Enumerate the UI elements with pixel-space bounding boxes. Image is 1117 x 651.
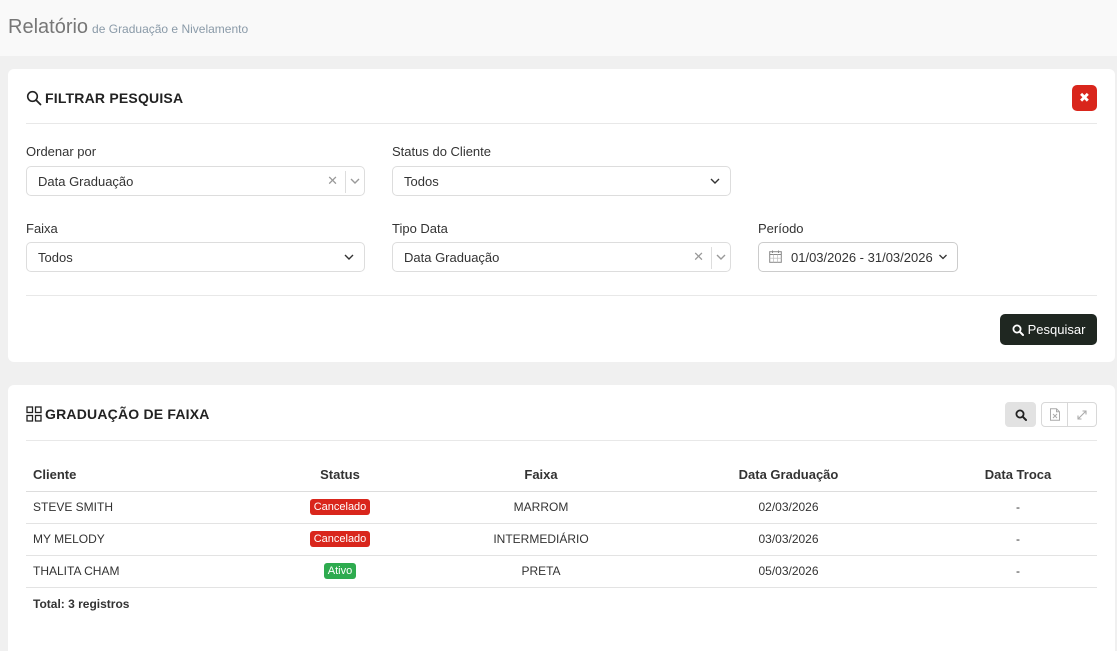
cell-status: Cancelado [236,523,444,556]
cell-graduation-date: 03/03/2026 [638,523,939,556]
page-subtitle: de Graduação e Nivelamento [92,22,249,36]
results-panel: GRADUAÇÃO DE FAIXA Cliente Status Faixa … [8,385,1115,651]
cell-belt: INTERMEDIÁRIO [444,523,638,556]
column-header[interactable]: Data Troca [939,458,1097,492]
results-panel-title: GRADUAÇÃO DE FAIXA [26,406,210,422]
belt-select[interactable]: Todos [26,242,365,272]
cell-status: Ativo [236,555,444,588]
chevron-down-icon [350,178,360,184]
order-by-label: Ordenar por [26,144,97,159]
client-status-value: Todos [404,174,439,189]
period-label: Período [758,221,804,236]
grid-icon [26,406,42,422]
column-header[interactable]: Cliente [26,458,236,492]
search-button-label: Pesquisar [1027,322,1086,337]
filter-panel-header: FILTRAR PESQUISA ✖ [26,69,1097,124]
date-type-value: Data Graduação [404,250,500,265]
period-date-range[interactable]: 01/03/2026 - 31/03/2026 [758,242,958,272]
filter-panel-title: FILTRAR PESQUISA [26,90,183,106]
fullscreen-button[interactable] [1068,402,1097,427]
close-filter-button[interactable]: ✖ [1072,85,1097,111]
cell-status: Cancelado [236,491,444,524]
client-status-select[interactable]: Todos [392,166,731,196]
belt-value: Todos [38,250,73,265]
close-icon: ✖ [1079,90,1090,105]
search-icon [26,90,42,106]
search-button[interactable]: Pesquisar [1000,314,1097,345]
status-badge: Ativo [323,563,357,579]
table-header-row: Cliente Status Faixa Data Graduação Data… [26,458,1097,492]
results-toolbar [1005,402,1097,427]
cell-change-date: - [939,555,1097,588]
cell-client: THALITA CHAM [26,555,236,588]
cell-belt: MARROM [444,491,638,524]
column-header[interactable]: Data Graduação [638,458,939,492]
client-status-label: Status do Cliente [392,144,492,159]
chevron-down-icon [710,178,720,184]
table-row[interactable]: THALITA CHAM Ativo PRETA 05/03/2026 - [26,555,1097,588]
cell-client: MY MELODY [26,523,236,556]
column-header[interactable]: Faixa [444,458,638,492]
table-row[interactable]: STEVE SMITH Cancelado MARROM 02/03/2026 … [26,491,1097,524]
filter-panel: FILTRAR PESQUISA ✖ Ordenar por Data Grad… [8,69,1115,362]
status-badge: Cancelado [309,531,371,547]
order-by-select[interactable]: Data Graduação ✕ [26,166,365,196]
belt-label: Faixa [26,221,58,236]
export-excel-button[interactable] [1041,402,1068,427]
filter-panel-title-text: FILTRAR PESQUISA [45,90,184,106]
expand-icon [1077,409,1087,420]
order-by-value: Data Graduação [38,174,134,189]
status-badge: Cancelado [309,499,371,515]
date-type-label: Tipo Data [392,221,448,236]
select-separator [711,247,712,269]
calendar-icon [769,250,782,263]
chevron-down-icon [716,254,726,260]
date-type-select[interactable]: Data Graduação ✕ [392,242,731,272]
search-icon [1015,409,1027,421]
results-panel-header: GRADUAÇÃO DE FAIXA [26,385,1097,441]
page-header: Relatório de Graduação e Nivelamento [0,0,1117,56]
select-separator [345,171,346,193]
results-panel-title-text: GRADUAÇÃO DE FAIXA [45,406,210,422]
total-records: Total: 3 registros [33,597,130,611]
clear-icon[interactable]: ✕ [693,249,704,265]
clear-icon[interactable]: ✕ [327,173,338,189]
cell-change-date: - [939,523,1097,556]
cell-change-date: - [939,491,1097,524]
table-search-button[interactable] [1005,402,1036,427]
chevron-down-icon [344,254,354,260]
filter-divider [26,295,1097,296]
excel-file-icon [1049,408,1060,421]
search-icon [1012,324,1024,336]
cell-graduation-date: 02/03/2026 [638,491,939,524]
table-row[interactable]: MY MELODY Cancelado INTERMEDIÁRIO 03/03/… [26,523,1097,556]
page-title-text: Relatório [8,16,89,38]
page-title: Relatório de Graduação e Nivelamento [8,16,248,39]
column-header[interactable]: Status [236,458,444,492]
cell-client: STEVE SMITH [26,491,236,524]
chevron-down-icon [939,254,947,260]
cell-graduation-date: 05/03/2026 [638,555,939,588]
period-value: 01/03/2026 - 31/03/2026 [791,250,933,265]
results-table: Cliente Status Faixa Data Graduação Data… [26,458,1097,588]
cell-belt: PRETA [444,555,638,588]
